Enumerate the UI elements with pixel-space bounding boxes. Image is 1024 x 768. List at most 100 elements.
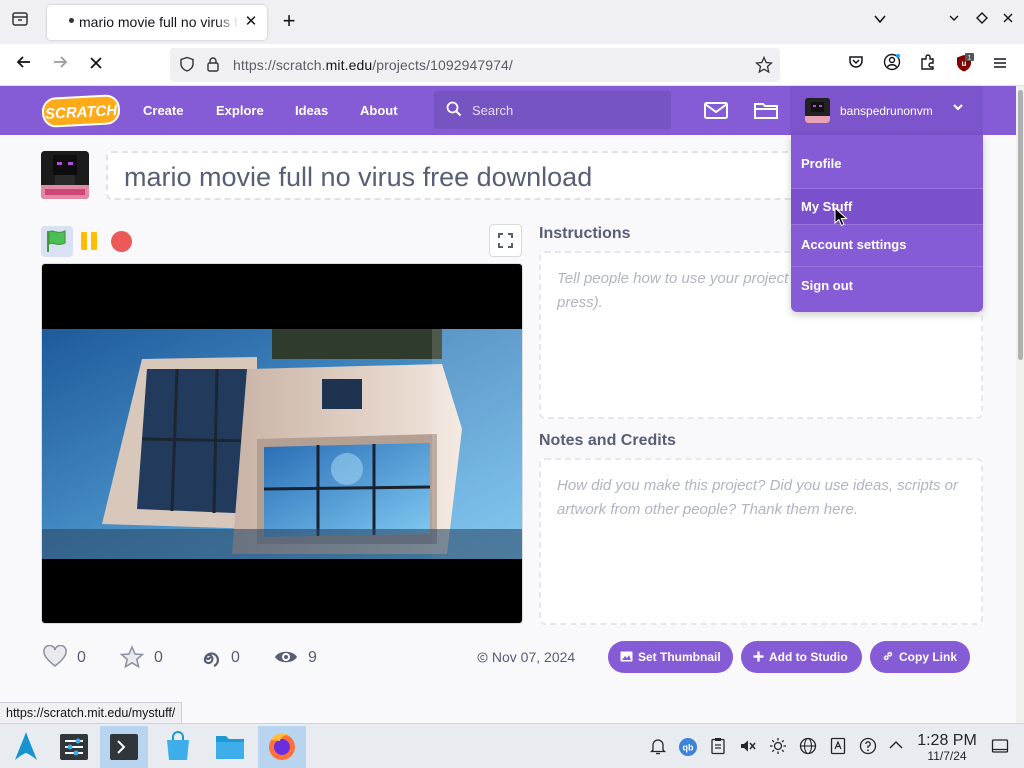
search-input[interactable] — [472, 101, 652, 119]
forward-icon[interactable] — [48, 53, 72, 77]
nav-create-link[interactable]: Create — [143, 103, 183, 118]
copy-link-label: Copy Link — [899, 650, 958, 664]
clock-time: 1:28 PM — [917, 732, 977, 749]
love-count: 0 — [77, 649, 86, 666]
favorite-star-icon[interactable] — [119, 645, 145, 669]
project-title: mario movie full no virus free download — [124, 162, 593, 192]
add-to-studio-button[interactable]: Add to Studio — [741, 641, 862, 673]
taskbar-file-manager-app[interactable] — [206, 726, 254, 768]
notifications-bell-icon[interactable] — [648, 737, 668, 757]
nav-ideas-link[interactable]: Ideas — [295, 103, 328, 118]
taskbar-discover-app[interactable] — [154, 726, 202, 768]
lock-icon[interactable] — [204, 56, 222, 74]
taskbar-terminal-app[interactable] — [100, 726, 148, 768]
brightness-icon[interactable] — [768, 737, 788, 757]
scratch-logo[interactable]: SCRATCH — [41, 93, 121, 129]
folder-icon — [216, 736, 244, 759]
show-desktop-icon[interactable] — [990, 737, 1010, 757]
green-flag-button[interactable] — [41, 226, 73, 257]
volume-muted-icon[interactable] — [738, 737, 758, 757]
window-maximize-icon[interactable] — [972, 12, 992, 27]
terminal-icon — [110, 734, 138, 760]
stop-button[interactable] — [111, 231, 132, 252]
menu-divider — [791, 224, 983, 225]
extension-badge: 1 — [968, 55, 972, 62]
link-icon — [882, 641, 894, 673]
messages-icon[interactable] — [703, 98, 729, 122]
project-author-thumbnail[interactable] — [41, 151, 89, 199]
stop-loading-icon[interactable] — [84, 53, 108, 77]
love-heart-icon[interactable] — [42, 645, 68, 669]
project-stage[interactable] — [41, 263, 523, 624]
nav-explore-link[interactable]: Explore — [216, 103, 264, 118]
tab-close-icon[interactable]: ✕ — [241, 12, 261, 32]
pocket-icon[interactable] — [844, 53, 868, 77]
scratch-navbar: SCRATCH Create Explore Ideas About bansp… — [0, 86, 1024, 135]
url-bar[interactable]: https://scratch.mit.edu/projects/1092947… — [170, 48, 780, 82]
account-icon[interactable] — [880, 53, 904, 77]
green-flag-icon — [47, 230, 66, 252]
my-stuff-folder-icon[interactable] — [753, 98, 779, 122]
taskbar: qb 1:28 PM 11/7/24 — [0, 723, 1024, 768]
menu-item-account-settings[interactable]: Account settings — [791, 226, 983, 264]
taskbar-firefox-app[interactable] — [258, 726, 306, 768]
notes-placeholder: How did you make this project? Did you u… — [557, 477, 959, 518]
notes-textarea[interactable]: How did you make this project? Did you u… — [539, 458, 983, 625]
stage-video-frame — [42, 329, 522, 559]
pause-button[interactable] — [79, 231, 99, 251]
browser-nav-bar: https://scratch.mit.edu/projects/1092947… — [0, 44, 1024, 86]
qbittorrent-icon[interactable]: qb — [678, 737, 698, 757]
taskbar-settings-app[interactable] — [50, 726, 98, 768]
window-close-icon[interactable] — [998, 12, 1018, 27]
clock-date: 11/7/24 — [927, 749, 967, 763]
add-to-studio-label: Add to Studio — [769, 650, 848, 664]
system-settings-icon — [60, 734, 88, 760]
remix-icon — [203, 652, 219, 668]
app-launcher-button[interactable] — [2, 726, 50, 768]
image-icon — [620, 641, 633, 673]
window-minimize-icon[interactable] — [944, 12, 964, 27]
account-nav-button[interactable]: banspedrunonvm — [790, 86, 983, 135]
browser-tab-bar: mario movie full no virus free download … — [0, 0, 1024, 44]
network-globe-icon[interactable] — [798, 737, 818, 757]
tab-title: mario movie full no virus free download — [79, 14, 239, 30]
arch-logo-icon — [15, 732, 37, 760]
tab-list-icon[interactable] — [8, 10, 32, 34]
set-thumbnail-label: Set Thumbnail — [638, 650, 721, 664]
tracking-protection-shield-icon[interactable] — [178, 56, 196, 74]
remix-count: 0 — [231, 649, 240, 666]
ublock-origin-icon[interactable]: u1 — [952, 53, 976, 77]
svg-text:qb: qb — [683, 743, 694, 753]
account-dropdown-menu: Profile My Stuff Account settings Sign o… — [791, 135, 983, 312]
back-icon[interactable] — [12, 53, 36, 77]
copy-link-button[interactable]: Copy Link — [870, 641, 970, 673]
list-all-tabs-icon[interactable] — [870, 12, 890, 29]
bookmark-star-icon[interactable] — [754, 55, 774, 74]
menu-item-sign-out[interactable]: Sign out — [791, 267, 983, 305]
mouse-cursor-icon — [834, 207, 848, 227]
views-eye-icon — [275, 651, 297, 663]
menu-item-my-stuff[interactable]: My Stuff — [791, 189, 983, 224]
help-icon[interactable] — [858, 737, 878, 757]
tab-loading-indicator-icon — [69, 18, 74, 23]
fullscreen-button[interactable] — [489, 224, 522, 257]
pause-icon — [81, 232, 97, 250]
fullscreen-icon — [498, 233, 513, 248]
set-thumbnail-button[interactable]: Set Thumbnail — [608, 641, 733, 673]
browser-tab[interactable]: mario movie full no virus free download … — [47, 5, 267, 40]
extensions-icon[interactable] — [916, 53, 940, 77]
username: banspedrunonvm — [840, 104, 933, 118]
nav-about-link[interactable]: About — [360, 103, 398, 118]
clipboard-icon[interactable] — [708, 737, 728, 757]
avatar — [805, 98, 830, 123]
page-scrollbar-thumb[interactable] — [1018, 90, 1023, 360]
menu-item-profile[interactable]: Profile — [791, 145, 983, 183]
app-menu-icon[interactable] — [988, 53, 1012, 77]
instructions-heading: Instructions — [539, 225, 631, 242]
taskbar-clock[interactable]: 1:28 PM 11/7/24 — [907, 732, 987, 763]
new-tab-button[interactable]: + — [277, 10, 301, 34]
project-date-text: Nov 07, 2024 — [491, 649, 576, 665]
project-title-field[interactable]: mario movie full no virus free download — [106, 151, 806, 200]
input-method-icon[interactable] — [828, 737, 848, 757]
tray-expand-chevron-up-icon[interactable] — [886, 737, 906, 757]
